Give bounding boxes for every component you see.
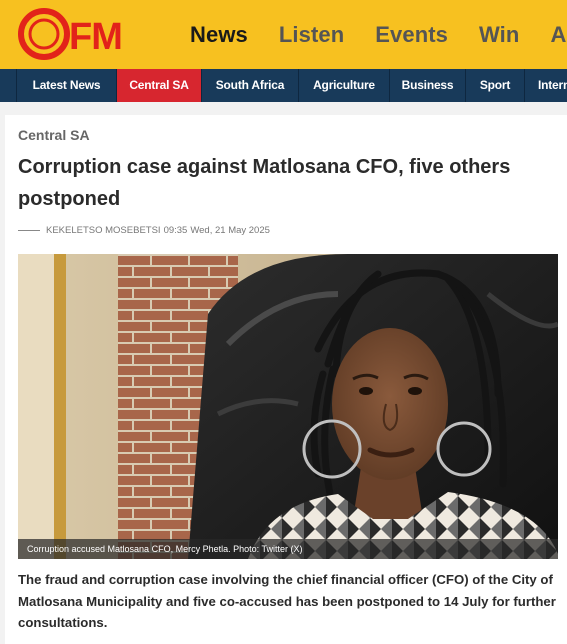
svg-text:FM: FM xyxy=(69,16,122,58)
category-agriculture[interactable]: Agriculture xyxy=(299,69,389,102)
site-header: FM News Listen Events Win Adv xyxy=(0,0,567,69)
article-photo: Corruption accused Matlosana CFO, Mercy … xyxy=(18,254,558,559)
nav-events[interactable]: Events xyxy=(375,22,448,48)
article-time: 09:35 xyxy=(163,225,188,236)
category-international[interactable]: Intern xyxy=(525,69,567,102)
article-card: Central SA Corruption case against Matlo… xyxy=(5,115,567,644)
byline-dash xyxy=(18,230,40,231)
article-title: Corruption case against Matlosana CFO, f… xyxy=(18,156,511,210)
article-lead: The fraud and corruption case involving … xyxy=(18,572,556,630)
ofm-logo[interactable]: FM xyxy=(18,8,142,60)
nav-news[interactable]: News xyxy=(190,22,248,48)
category-latest-news[interactable]: Latest News xyxy=(17,69,116,102)
category-south-africa[interactable]: South Africa xyxy=(202,69,298,102)
article-date: Wed, 21 May 2025 xyxy=(190,225,270,236)
article-byline: KEKELETSO MOSEBETSI 09:35 Wed, 21 May 20… xyxy=(18,225,270,236)
category-central-sa[interactable]: Central SA xyxy=(117,69,201,102)
category-sport[interactable]: Sport xyxy=(466,69,524,102)
image-caption: Corruption accused Matlosana CFO, Mercy … xyxy=(18,539,558,559)
nav-win[interactable]: Win xyxy=(479,22,519,48)
article-category[interactable]: Central SA xyxy=(18,127,90,143)
category-nav: Latest News Central SA South Africa Agri… xyxy=(0,69,567,102)
category-business[interactable]: Business xyxy=(390,69,465,102)
ofm-logo-mark: FM xyxy=(18,8,123,60)
article-author[interactable]: KEKELETSO MOSEBETSI xyxy=(46,225,161,236)
portrait-image xyxy=(18,254,558,559)
nav-advertise[interactable]: Adv xyxy=(550,22,567,48)
main-nav: News Listen Events Win Adv xyxy=(190,0,567,69)
nav-listen[interactable]: Listen xyxy=(279,22,344,48)
